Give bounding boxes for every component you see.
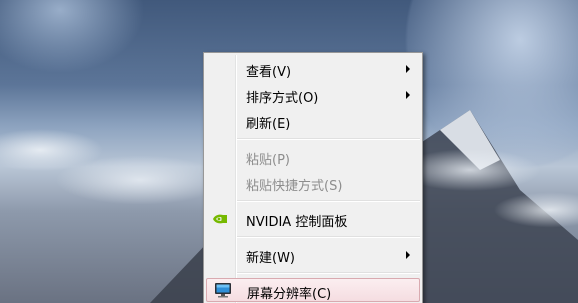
menu-separator <box>237 200 420 202</box>
menu-item-nvidia-control-panel[interactable]: NVIDIA 控制面板 <box>206 207 420 231</box>
menu-item-label: 屏幕分辨率(C) <box>247 287 332 302</box>
menu-item-label: 查看(V) <box>246 65 292 80</box>
menu-separator <box>237 236 420 238</box>
menu-item-view[interactable]: 查看(V) <box>206 57 420 81</box>
menu-item-label: 排序方式(O) <box>246 91 319 106</box>
menu-item-refresh[interactable]: 刷新(E) <box>206 109 420 133</box>
menu-item-label: 新建(W) <box>246 251 295 266</box>
menu-separator <box>237 272 420 274</box>
menu-item-screen-resolution[interactable]: 屏幕分辨率(C) <box>206 278 420 302</box>
submenu-arrow-icon <box>406 65 410 73</box>
menu-item-label: 粘贴(P) <box>246 153 290 168</box>
submenu-arrow-icon <box>406 251 410 259</box>
nvidia-icon <box>213 214 227 224</box>
desktop-context-menu: 查看(V) 排序方式(O) 刷新(E) 粘贴(P) 粘贴快捷方式(S) NVID… <box>203 52 423 303</box>
menu-item-sort-by[interactable]: 排序方式(O) <box>206 83 420 107</box>
menu-item-label: 粘贴快捷方式(S) <box>246 179 343 194</box>
menu-item-new[interactable]: 新建(W) <box>206 243 420 267</box>
submenu-arrow-icon <box>406 91 410 99</box>
menu-item-paste[interactable]: 粘贴(P) <box>206 145 420 169</box>
monitor-icon <box>215 283 231 298</box>
menu-separator <box>237 138 420 140</box>
menu-item-label: 刷新(E) <box>246 117 291 132</box>
desktop-background[interactable]: 查看(V) 排序方式(O) 刷新(E) 粘贴(P) 粘贴快捷方式(S) NVID… <box>0 0 578 303</box>
menu-item-label: NVIDIA 控制面板 <box>246 215 348 230</box>
menu-item-paste-shortcut[interactable]: 粘贴快捷方式(S) <box>206 171 420 195</box>
